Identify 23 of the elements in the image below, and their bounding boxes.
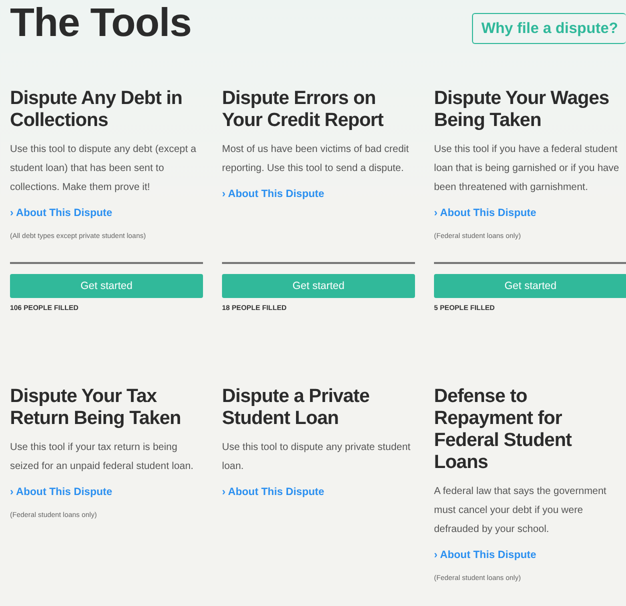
about-link[interactable]: › About This Dispute [10, 207, 203, 219]
tool-title: Dispute a Private Student Loan [222, 386, 370, 430]
about-link[interactable]: › About This Dispute [434, 207, 626, 219]
tool-description: A federal law that says the government must cancel your debt if you were defrauded by your school. [434, 485, 608, 537]
about-link[interactable]: › About This Dispute [10, 486, 203, 498]
tool-description: Most of us have been victims of bad credit reporting. Use this tool to send a dispute. [222, 143, 410, 176]
tool-title: Dispute Any Debt in Collections [10, 88, 184, 132]
tool-description: Use this tool if you have a federal student loan that is being garnished or if you have been threatened with garnishment. [434, 143, 620, 195]
tool-description: Use this tool if your tax return is being seized for an unpaid federal student loan. [10, 441, 194, 474]
tool-title: Dispute Your Wages Being Taken [434, 88, 610, 132]
page-title: The Tools [10, 0, 192, 46]
tool-title: Dispute Your Tax Return Being Taken [10, 386, 182, 430]
tool-description: Use this tool to dispute any debt (except a student loan) that has been sent to collections. Make them prove it! [10, 143, 198, 195]
about-link[interactable]: › About This Dispute [222, 486, 415, 498]
get-started-button[interactable]: Get started [434, 274, 626, 298]
tool-title: Defense to Repayment for Federal Student Loans [434, 386, 573, 474]
get-started-button[interactable]: Get started [10, 274, 203, 298]
tool-title: Dispute Errors on Your Credit Report [222, 88, 384, 132]
get-started-button[interactable]: Get started [222, 274, 415, 298]
about-link[interactable]: › About This Dispute [434, 549, 626, 561]
about-link[interactable]: › About This Dispute [222, 188, 415, 200]
tool-description: Use this tool to dispute any private student loan. [222, 441, 412, 474]
why-file-dispute-button[interactable]: Why file a dispute? [472, 13, 626, 44]
